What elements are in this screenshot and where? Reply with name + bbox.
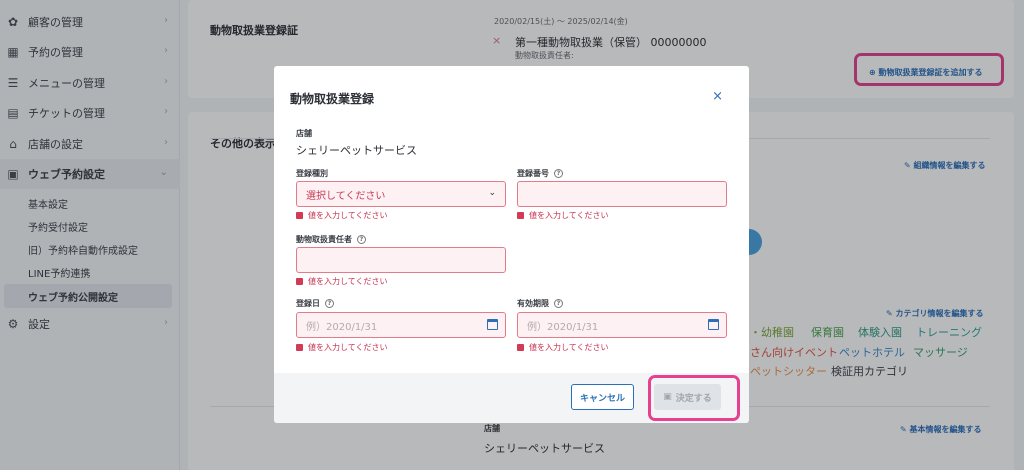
expiry-label-text: 有効期限: [517, 299, 549, 308]
error-message: 値を入力してください: [517, 210, 609, 221]
expiry-placeholder: 例）2020/1/31: [527, 321, 599, 333]
error-message: 値を入力してください: [296, 342, 388, 353]
manager-label: 動物取扱責任者?: [296, 234, 366, 245]
manager-input[interactable]: [296, 247, 506, 273]
error-text: 値を入力してください: [308, 277, 388, 286]
help-icon[interactable]: ?: [554, 169, 563, 178]
chevron-down-icon: ⌄: [488, 188, 496, 198]
help-icon[interactable]: ?: [357, 235, 366, 244]
store-value: シェリーペットサービス: [296, 144, 417, 157]
error-message: 値を入力してください: [296, 276, 388, 287]
calendar-icon[interactable]: [487, 319, 498, 330]
error-text: 値を入力してください: [308, 211, 388, 220]
error-icon: [296, 212, 303, 219]
calendar-icon[interactable]: [708, 319, 719, 330]
expiry-label: 有効期限?: [517, 298, 563, 309]
type-label-text: 登録種別: [296, 169, 328, 178]
error-message: 値を入力してください: [296, 210, 388, 221]
close-icon[interactable]: ×: [712, 89, 723, 104]
store-label: 店舗: [296, 129, 312, 138]
expiry-input[interactable]: 例）2020/1/31: [517, 312, 727, 338]
error-message: 値を入力してください: [517, 342, 609, 353]
number-input[interactable]: [517, 181, 727, 207]
error-icon: [517, 344, 524, 351]
submit-button-highlight: [648, 375, 740, 421]
registration-modal: 動物取扱業登録 × 店舗 シェリーペットサービス 登録種別 選択してください ⌄…: [274, 66, 749, 423]
error-icon: [296, 278, 303, 285]
error-icon: [296, 344, 303, 351]
type-select-value: 選択してください: [306, 190, 386, 202]
type-label: 登録種別: [296, 168, 328, 179]
error-icon: [517, 212, 524, 219]
cancel-button[interactable]: キャンセル: [571, 384, 634, 410]
manager-label-text: 動物取扱責任者: [296, 235, 352, 244]
number-label: 登録番号?: [517, 168, 563, 179]
date-label: 登録日?: [296, 298, 334, 309]
date-label-text: 登録日: [296, 299, 320, 308]
type-select[interactable]: 選択してください ⌄: [296, 181, 506, 207]
help-icon[interactable]: ?: [325, 299, 334, 308]
help-icon[interactable]: ?: [554, 299, 563, 308]
app-frame: ✿ 顧客の管理 › ▦ 予約の管理 › ☰ メニューの管理 › ▤ チケットの管…: [0, 0, 1024, 470]
date-input[interactable]: 例）2020/1/31: [296, 312, 506, 338]
error-text: 値を入力してください: [529, 343, 609, 352]
modal-title: 動物取扱業登録: [290, 92, 375, 106]
error-text: 値を入力してください: [308, 343, 388, 352]
number-label-text: 登録番号: [517, 169, 549, 178]
error-text: 値を入力してください: [529, 211, 609, 220]
date-placeholder: 例）2020/1/31: [306, 321, 378, 333]
